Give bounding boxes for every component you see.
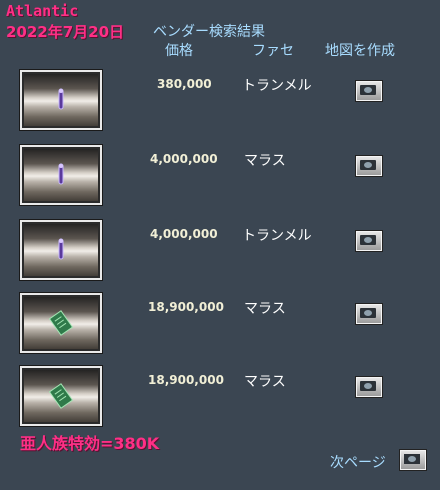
facet: トランメル	[242, 228, 312, 244]
item-preview[interactable]	[19, 219, 103, 281]
spellbook-icon	[48, 383, 74, 409]
result-row: 380,000 トランメル	[0, 69, 440, 136]
item-preview[interactable]	[19, 69, 103, 131]
result-row: 4,000,000 マラス	[0, 144, 440, 211]
facet: トランメル	[242, 78, 312, 94]
eye-icon	[360, 85, 376, 95]
item-preview[interactable]	[19, 292, 103, 354]
facet: マラス	[244, 374, 286, 390]
price: 380,000	[157, 77, 212, 91]
result-row: 18,900,000 マラス	[0, 365, 440, 432]
eye-icon	[360, 308, 376, 318]
date-label: 2022年7月20日	[6, 23, 125, 41]
map-button[interactable]	[355, 80, 383, 102]
spellbook-icon	[48, 310, 74, 336]
item-preview[interactable]	[19, 144, 103, 206]
wand-icon	[58, 163, 64, 185]
shard-name: Atlantic	[6, 2, 79, 20]
map-button[interactable]	[355, 230, 383, 252]
column-header-price: 価格	[165, 43, 193, 59]
result-row: 18,900,000 マラス	[0, 292, 440, 359]
price: 4,000,000	[150, 227, 218, 241]
gump-title: ベンダー検索結果	[153, 24, 265, 40]
map-button[interactable]	[355, 303, 383, 325]
facet: マラス	[244, 153, 286, 169]
facet: マラス	[244, 301, 286, 317]
column-header-facet: ファセ	[252, 43, 294, 59]
overlay-note: 亜人族特効=380K	[20, 434, 160, 453]
eye-icon	[360, 381, 376, 391]
next-page-button[interactable]	[399, 449, 427, 471]
map-button[interactable]	[355, 155, 383, 177]
wand-icon	[58, 238, 64, 260]
item-preview[interactable]	[19, 365, 103, 427]
next-page-label: 次ページ	[330, 455, 386, 471]
eye-icon	[404, 454, 420, 464]
eye-icon	[360, 160, 376, 170]
price: 18,900,000	[148, 373, 224, 387]
column-header-map: 地図を作成	[325, 43, 395, 59]
wand-icon	[58, 88, 64, 110]
map-button[interactable]	[355, 376, 383, 398]
result-row: 4,000,000 トランメル	[0, 219, 440, 286]
price: 18,900,000	[148, 300, 224, 314]
eye-icon	[360, 235, 376, 245]
price: 4,000,000	[150, 152, 218, 166]
